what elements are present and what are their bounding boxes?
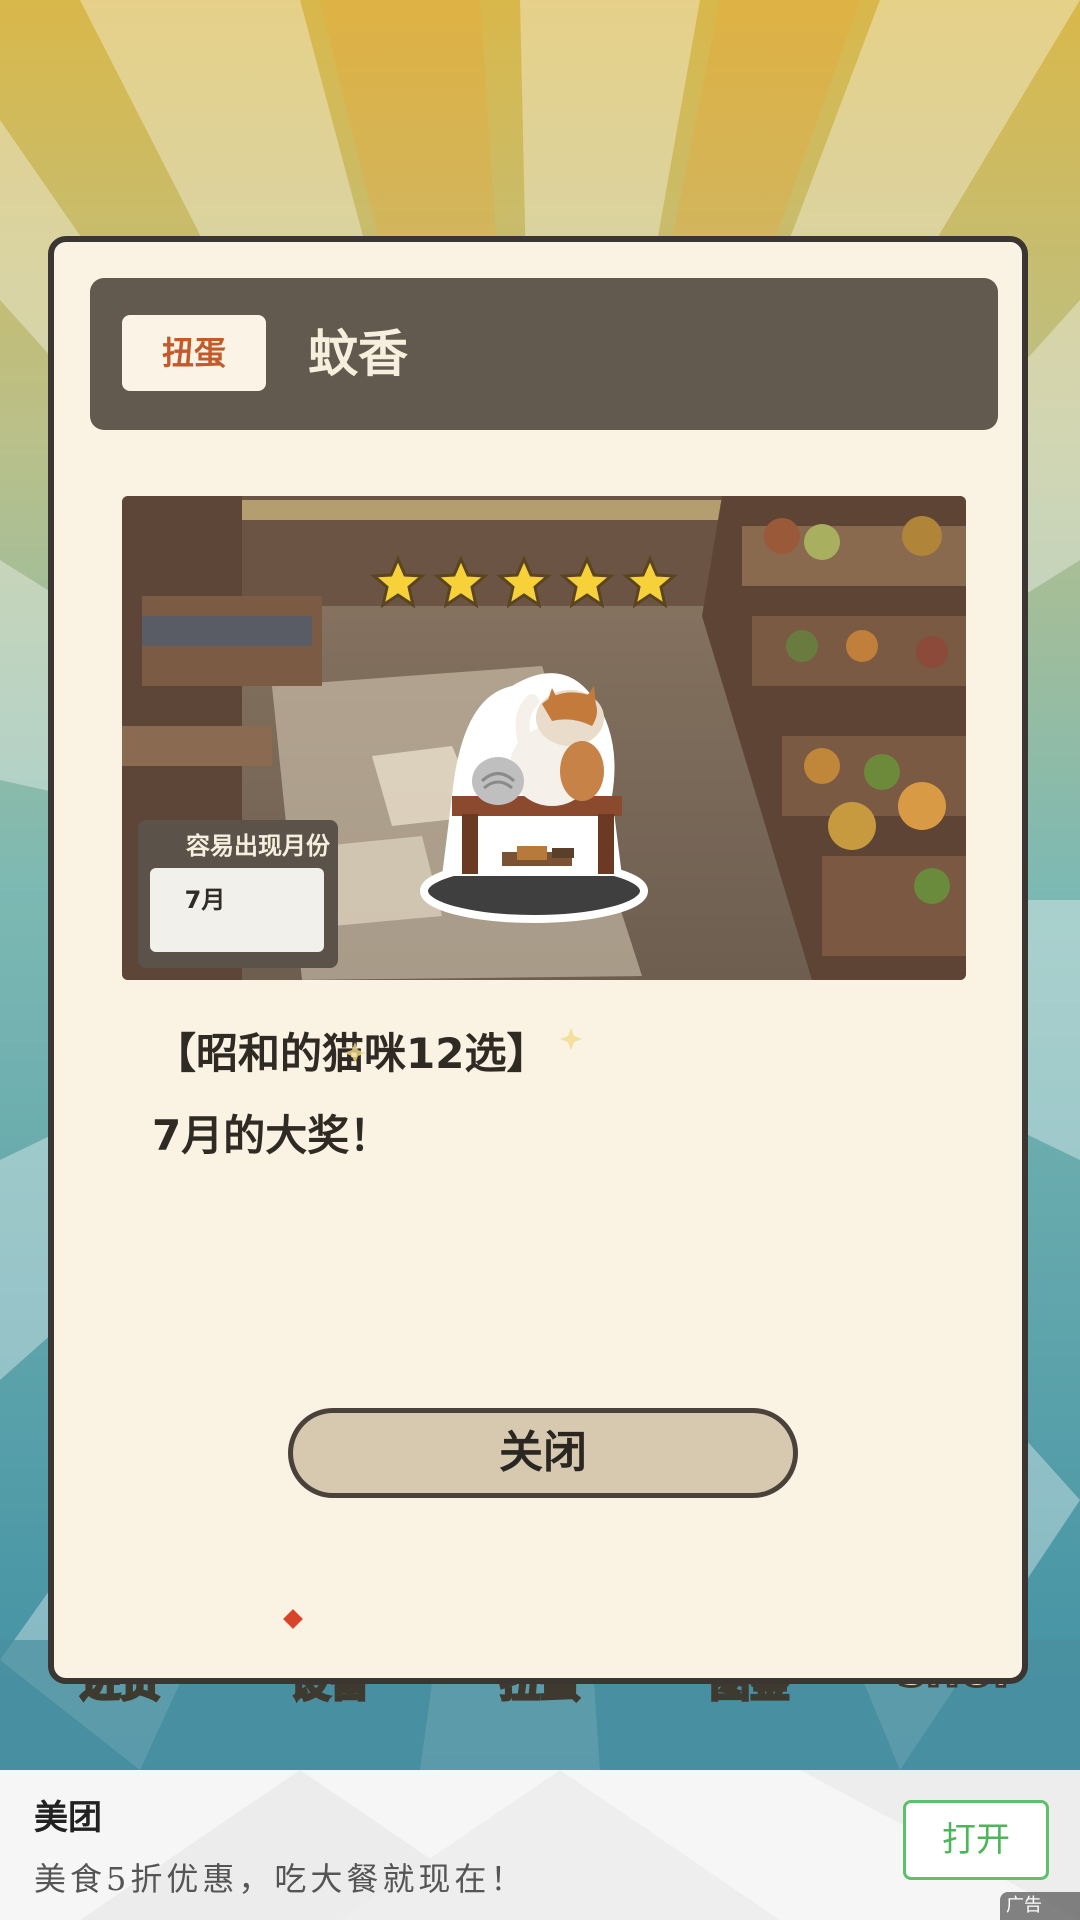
sparkle-icon bbox=[560, 1028, 582, 1050]
likely-month-label: 容易出现月份 bbox=[186, 832, 330, 860]
category-badge: 扭蛋 bbox=[122, 315, 266, 391]
ad-banner[interactable]: 美团 美食5折优惠，吃大餐就现在！ 打开 广告 bbox=[0, 1770, 1080, 1920]
star-icon bbox=[559, 555, 615, 609]
likely-month-value: 7月 bbox=[184, 886, 226, 914]
red-diamond-decoration bbox=[283, 1609, 303, 1629]
ad-text: 美食5折优惠，吃大餐就现在！ bbox=[34, 1860, 527, 1898]
ad-open-button[interactable]: 打开 bbox=[903, 1800, 1049, 1880]
star-icon bbox=[496, 555, 552, 609]
description-line-2: 7月的大奖！ bbox=[152, 1111, 392, 1160]
likely-month-box: 容易出现月份 7月 bbox=[138, 820, 338, 968]
game-screen: 进货 设备 扭蛋 图鉴 SHOP 扭蛋 蚊香 bbox=[0, 0, 1080, 1920]
ad-tag: 广告 bbox=[1000, 1892, 1080, 1920]
star-icon bbox=[433, 555, 489, 609]
likely-month-value-box: 7月 bbox=[150, 868, 324, 952]
star-icon bbox=[622, 555, 678, 609]
item-title: 蚊香 bbox=[308, 325, 408, 383]
item-image-panel: 容易出现月份 7月 bbox=[122, 496, 966, 980]
star-icon bbox=[370, 555, 426, 609]
ad-brand: 美团 bbox=[34, 1798, 102, 1838]
close-button[interactable]: 关闭 bbox=[288, 1408, 798, 1498]
dialog-header: 扭蛋 蚊香 bbox=[90, 278, 998, 430]
sparkle-icon bbox=[344, 1042, 366, 1064]
item-detail-dialog: 扭蛋 蚊香 容易出现月份 7月 7月的大奖！ 关闭 bbox=[48, 236, 1028, 1684]
